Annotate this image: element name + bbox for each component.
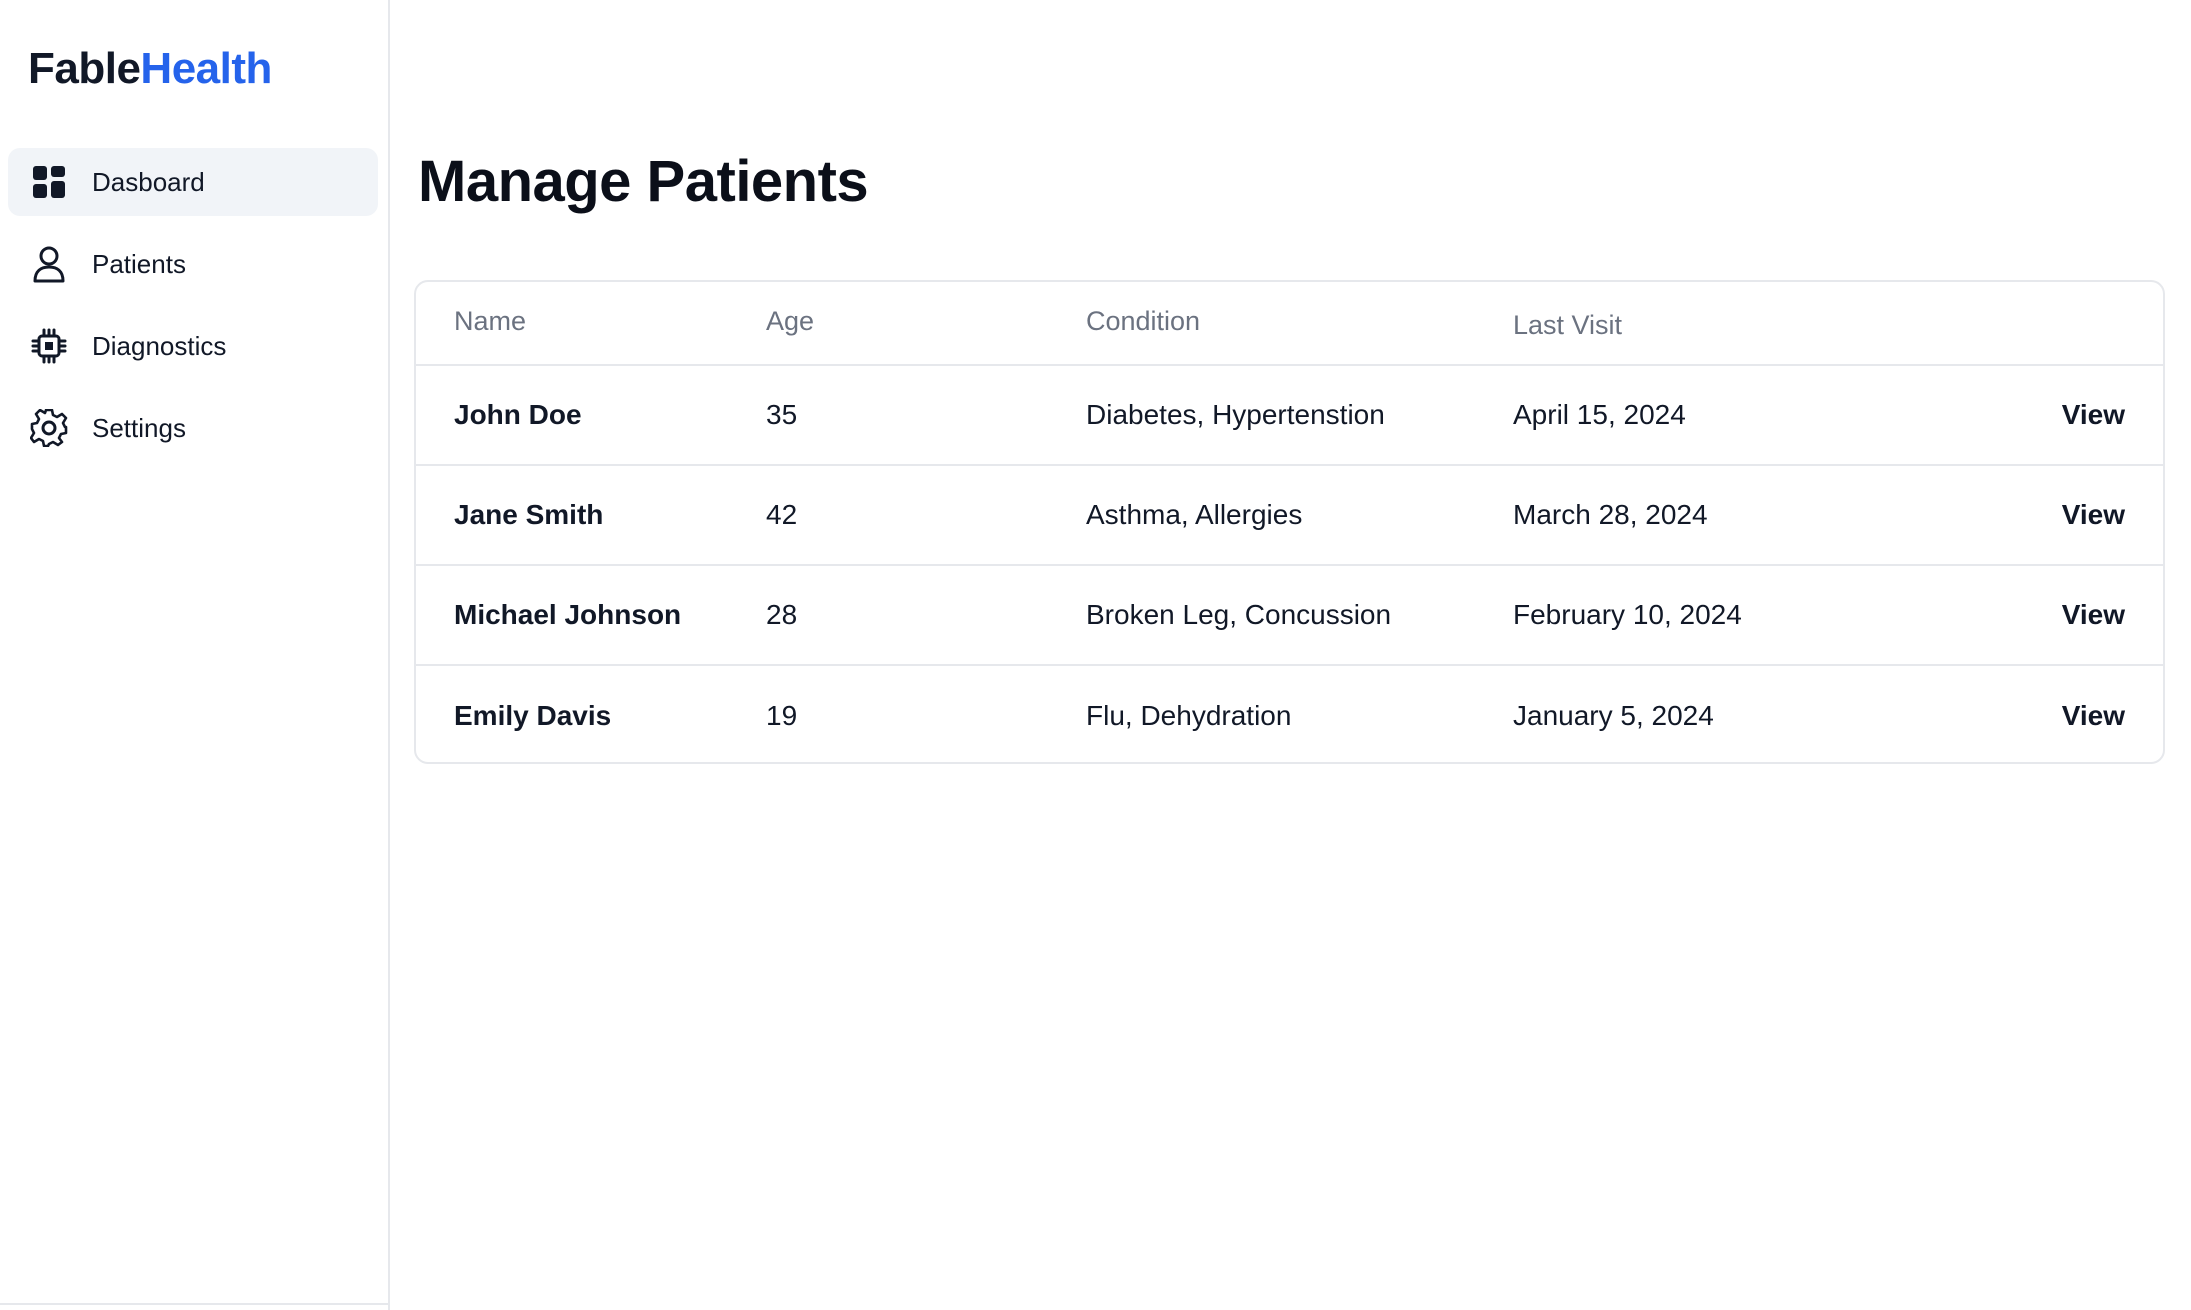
patient-condition: Flu, Dehydration	[1086, 700, 1292, 731]
view-patient-button[interactable]: View	[2062, 700, 2125, 732]
sidebar-item-dashboard[interactable]: Dasboard	[8, 148, 378, 216]
patient-age: 28	[766, 599, 798, 630]
sidebar-item-diagnostics[interactable]: Diagnostics	[8, 312, 378, 380]
table-header: Name Age Condition Last Visit	[416, 282, 2163, 366]
column-header-last-visit[interactable]: Last Visit	[1513, 310, 1622, 341]
sidebar-nav: Dasboard Patients Diagnostics Settings	[8, 148, 378, 476]
table-row: Jane Smith 42 Asthma, Allergies March 28…	[416, 466, 2163, 566]
sidebar-item-label: Dasboard	[92, 166, 205, 197]
table-row: Michael Johnson 28 Broken Leg, Concussio…	[416, 566, 2163, 666]
view-patient-button[interactable]: View	[2062, 499, 2125, 531]
patient-name: John Doe	[454, 399, 582, 430]
patient-name: Emily Davis	[454, 700, 612, 731]
sidebar-divider	[0, 1303, 390, 1305]
brand-logo-part2: Health	[140, 44, 272, 93]
patient-last-visit: April 15, 2024	[1513, 399, 1686, 430]
patient-condition: Diabetes, Hypertenstion	[1086, 399, 1385, 430]
sidebar-item-label: Patients	[92, 248, 186, 279]
patient-age: 42	[766, 499, 798, 530]
view-patient-button[interactable]: View	[2062, 599, 2125, 631]
column-header-age[interactable]: Age	[766, 306, 814, 337]
sidebar-item-patients[interactable]: Patients	[8, 230, 378, 298]
column-header-name[interactable]: Name	[454, 306, 526, 337]
chip-icon	[30, 327, 68, 365]
table-row: John Doe 35 Diabetes, Hypertenstion Apri…	[416, 366, 2163, 466]
patient-condition: Broken Leg, Concussion	[1086, 599, 1392, 630]
patient-age: 19	[766, 700, 798, 731]
patient-age: 35	[766, 399, 798, 430]
sidebar-item-label: Settings	[92, 412, 186, 443]
table-row: Emily Davis 19 Flu, Dehydration January …	[416, 666, 2163, 762]
brand-logo[interactable]: FableHealth	[28, 44, 272, 94]
page-title: Manage Patients	[418, 149, 869, 214]
patients-table: Name Age Condition Last Visit John Doe 3…	[414, 280, 2165, 764]
main-content: Manage Patients Name Age Condition Last …	[390, 0, 2191, 1310]
user-icon	[30, 245, 68, 283]
dashboard-grid-icon	[30, 163, 68, 201]
sidebar-item-label: Diagnostics	[92, 330, 227, 361]
patient-last-visit: January 5, 2024	[1513, 700, 1714, 731]
gear-icon	[30, 409, 68, 447]
patient-last-visit: February 10, 2024	[1513, 599, 1742, 630]
brand-logo-part1: Fable	[28, 44, 141, 93]
patient-name: Jane Smith	[454, 499, 604, 530]
app-root: FableHealth Dasboard Patients Diagnostic…	[0, 0, 2191, 1310]
sidebar: FableHealth Dasboard Patients Diagnostic…	[0, 0, 390, 1310]
column-header-condition[interactable]: Condition	[1086, 306, 1200, 337]
patient-condition: Asthma, Allergies	[1086, 499, 1303, 530]
patient-name: Michael Johnson	[454, 599, 682, 630]
view-patient-button[interactable]: View	[2062, 399, 2125, 431]
sidebar-item-settings[interactable]: Settings	[8, 394, 378, 462]
patient-last-visit: March 28, 2024	[1513, 499, 1708, 530]
